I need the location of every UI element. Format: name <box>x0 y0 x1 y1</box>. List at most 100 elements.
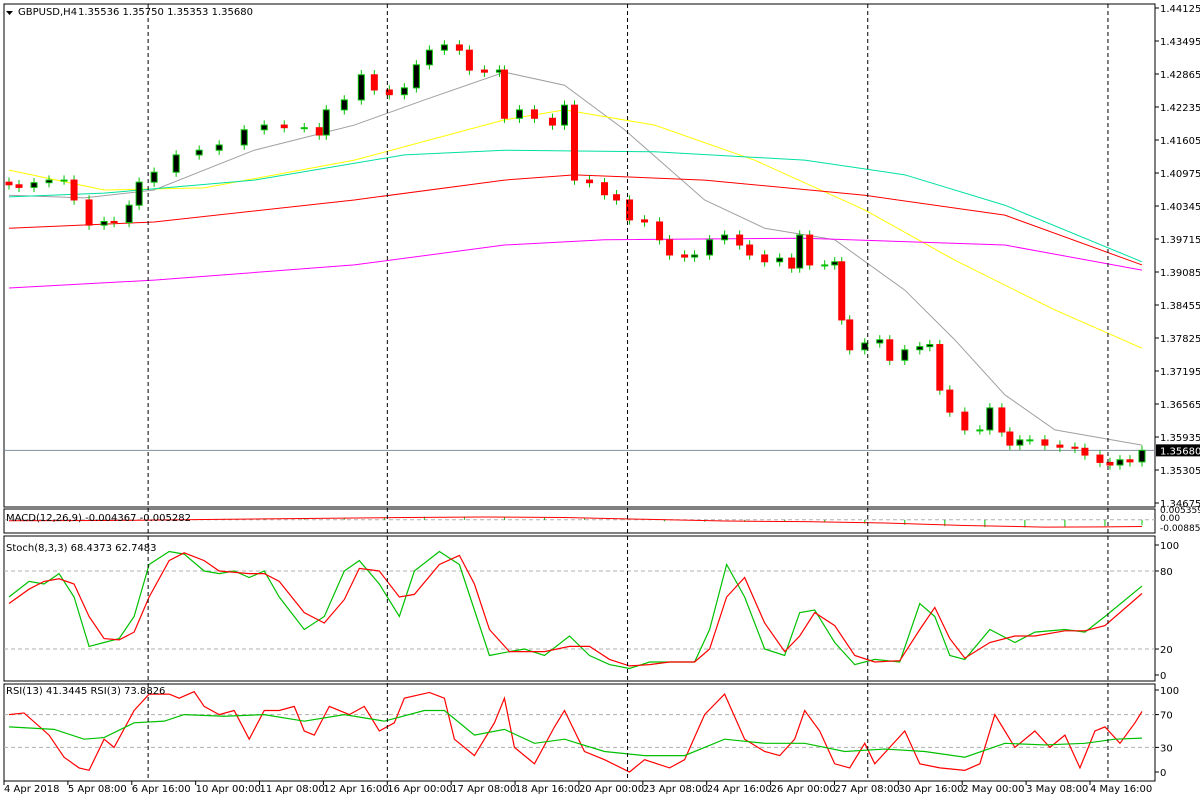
candle-bear[interactable] <box>936 344 944 391</box>
candle-bear[interactable] <box>838 261 846 321</box>
candle-bull[interactable] <box>691 254 699 258</box>
axis-label: 100 <box>1160 686 1179 697</box>
candle-bear[interactable] <box>15 184 23 188</box>
candle-bull[interactable] <box>515 109 523 119</box>
candle-bull[interactable] <box>861 342 869 351</box>
candle-bull[interactable] <box>260 124 268 131</box>
candle-bear[interactable] <box>548 117 556 126</box>
candle-bear[interactable] <box>500 69 508 119</box>
axis-label: 30 <box>1160 743 1173 754</box>
trading-chart[interactable]: 1.44125 1.43495 1.42865 1.42235 1.41605 1.409… <box>0 0 1200 800</box>
candle-bear[interactable] <box>681 254 689 258</box>
candle-bull[interactable] <box>796 234 804 269</box>
candle-bull[interactable] <box>901 349 909 361</box>
candle-bear[interactable] <box>5 181 13 186</box>
candle-bear[interactable] <box>110 220 118 223</box>
time-label: 23 Apr 08:00 <box>643 784 708 795</box>
candle-bull[interactable] <box>240 129 248 146</box>
candle-bull[interactable] <box>125 204 133 223</box>
candle-bull[interactable] <box>721 234 729 241</box>
candle-bull[interactable] <box>706 239 714 256</box>
candle-bear[interactable] <box>736 234 744 246</box>
candle-bear[interactable] <box>1096 454 1104 463</box>
candle-bull[interactable] <box>1116 459 1124 466</box>
candle-bear[interactable] <box>530 109 538 119</box>
candle-bear[interactable] <box>601 182 609 196</box>
candle-bull[interactable] <box>195 149 203 156</box>
candle-bull[interactable] <box>831 261 839 266</box>
price-label: 1.42865 <box>1160 70 1200 81</box>
candle-bear[interactable] <box>1056 444 1064 448</box>
candle-bull[interactable] <box>916 346 924 351</box>
time-label: 20 Apr 00:00 <box>579 784 644 795</box>
candle-bull[interactable] <box>215 144 223 151</box>
candle-bull[interactable] <box>821 264 829 267</box>
candle-bear[interactable] <box>788 257 796 269</box>
candle-bear[interactable] <box>1006 431 1014 446</box>
candle-bear[interactable] <box>85 199 93 226</box>
candle-bull[interactable] <box>440 44 448 51</box>
candle-bull[interactable] <box>45 179 53 184</box>
time-label: 4 May 16:00 <box>1090 784 1152 795</box>
candle-bull[interactable] <box>300 127 308 130</box>
price-label: 1.40975 <box>1160 169 1200 180</box>
candle-bull[interactable] <box>322 109 330 136</box>
time-label: 4 Apr 2018 <box>4 784 59 795</box>
time-axis: 4 Apr 2018 5 Apr 08:00 6 Apr 16:00 10 Apr 0… <box>3 781 1152 795</box>
time-label: 16 Apr 00:00 <box>387 784 452 795</box>
ohlc-values: 1.35536 1.35750 1.35353 1.35680 <box>78 7 253 18</box>
candle-bear[interactable] <box>1081 447 1089 456</box>
candle-bear[interactable] <box>998 407 1006 433</box>
candle-bull[interactable] <box>340 99 348 111</box>
candle-bear[interactable] <box>806 234 814 266</box>
candle-bear[interactable] <box>315 127 323 136</box>
candle-bear[interactable] <box>480 69 488 73</box>
candle-bear[interactable] <box>886 339 894 361</box>
candle-bear[interactable] <box>613 194 621 201</box>
price-label: 1.35935 <box>1160 433 1200 444</box>
candle-bear[interactable] <box>746 244 754 256</box>
candle-bull[interactable] <box>1026 439 1034 442</box>
candle-bull[interactable] <box>357 74 365 101</box>
candle-bear[interactable] <box>666 239 674 256</box>
candle-bull[interactable] <box>876 339 884 344</box>
candle-bear[interactable] <box>465 49 473 71</box>
candle-bull[interactable] <box>776 257 784 263</box>
candle-bear[interactable] <box>946 389 954 413</box>
candle-bear[interactable] <box>1126 459 1134 463</box>
candle-bull[interactable] <box>425 49 433 66</box>
symbol-label: GBPUSD,H4 <box>18 7 77 18</box>
candle-bear[interactable] <box>846 319 854 351</box>
candle-bear[interactable] <box>1071 446 1079 449</box>
price-label: 1.40345 <box>1160 202 1200 213</box>
candle-bear[interactable] <box>280 124 288 129</box>
candle-bear[interactable] <box>586 179 594 184</box>
candle-bull[interactable] <box>400 87 408 96</box>
candle-bear[interactable] <box>641 219 649 223</box>
rsi-title: RSI(13) 41.3445 RSI(3) 73.8826 <box>6 686 165 697</box>
candle-bull[interactable] <box>60 179 68 182</box>
candle-bull[interactable] <box>1016 439 1024 446</box>
time-label: 5 Apr 08:00 <box>68 784 127 795</box>
candle-bull[interactable] <box>30 182 38 188</box>
candle-bull[interactable] <box>926 344 934 348</box>
candle-bear[interactable] <box>961 411 969 431</box>
candle-bull[interactable] <box>150 171 158 183</box>
candle-bear[interactable] <box>570 104 578 181</box>
candle-bull[interactable] <box>412 64 420 89</box>
candle-bull[interactable] <box>986 407 994 431</box>
candle-bull[interactable] <box>100 220 108 226</box>
candle-bear[interactable] <box>1041 439 1049 446</box>
candle-bull[interactable] <box>976 429 984 432</box>
price-label: 1.38455 <box>1160 301 1200 312</box>
time-label: 17 Apr 08:00 <box>451 784 516 795</box>
candle-bull[interactable] <box>172 154 180 173</box>
candle-bear[interactable] <box>656 221 664 241</box>
candle-bear[interactable] <box>761 254 769 263</box>
candle-bull[interactable] <box>1138 449 1146 463</box>
candle-bull[interactable] <box>135 181 143 206</box>
candle-bear[interactable] <box>370 74 378 91</box>
candle-bear[interactable] <box>70 179 78 201</box>
candle-bull[interactable] <box>560 104 568 126</box>
candle-bear[interactable] <box>455 44 463 51</box>
